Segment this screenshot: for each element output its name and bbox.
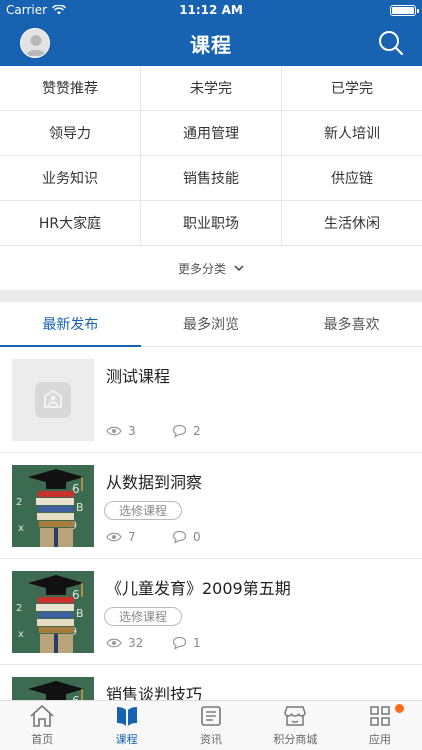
search-icon [379,31,404,56]
tabbar-course-label: 课程 [115,733,138,746]
tabbar-home-label: 首页 [31,733,54,746]
category-recommended[interactable]: 赞赞推荐 [0,66,141,111]
eye-icon [106,532,122,542]
comment-count: 2 [193,424,201,438]
course-item[interactable]: 6 B 9 2 x 《儿童发育》2009第五期 选修课程 [0,559,422,665]
news-icon [201,706,221,726]
svg-text:2: 2 [16,603,22,614]
category-onboarding[interactable]: 新人培训 [282,111,422,156]
view-count: 3 [128,424,136,438]
more-categories-button[interactable]: 更多分类 [0,246,422,290]
comment-icon [172,530,187,544]
course-title: 《儿童发育》2009第五期 [106,579,291,598]
category-grid: 赞赞推荐 未学完 已学完 领导力 通用管理 新人培训 业务知识 销售技能 供应链… [0,66,422,246]
tabbar-news-label: 资讯 [200,733,223,746]
category-career[interactable]: 职业职场 [141,201,282,246]
svg-text:2: 2 [16,497,22,508]
apps-grid-icon [370,706,390,726]
course-book-icon [116,707,137,726]
chevron-down-icon [234,264,244,271]
category-supply-chain[interactable]: 供应链 [282,156,422,201]
sort-tabs: 最新发布 最多浏览 最多喜欢 [0,302,422,347]
home-icon [30,704,54,727]
search-button[interactable] [376,28,406,58]
tabbar-course[interactable]: 课程 [84,701,168,750]
avatar[interactable] [20,28,50,58]
category-leadership[interactable]: 领导力 [0,111,141,156]
comment-count: 1 [193,636,201,650]
course-list: 测试课程 3 2 6 B 9 2 x [0,347,422,700]
notification-badge [395,704,405,713]
tabbar-store-label: 积分商城 [273,733,318,746]
tabbar-store[interactable]: 积分商城 [253,701,337,750]
course-thumbnail: 6 B [12,677,94,700]
category-finished[interactable]: 已学完 [282,66,422,111]
category-sales-skills[interactable]: 销售技能 [141,156,282,201]
course-stats: 32 1 [106,636,238,650]
comment-icon [172,636,187,650]
course-tag: 选修课程 [104,501,183,520]
svg-text:x: x [18,523,24,534]
category-general-management[interactable]: 通用管理 [141,111,282,156]
course-item[interactable]: 6 B 9 2 x 从数据到洞察 选修课程 7 [0,453,422,559]
category-lifestyle[interactable]: 生活休闲 [282,201,422,246]
category-unfinished[interactable]: 未学完 [141,66,282,111]
user-avatar-icon [21,29,49,57]
course-stats: 7 0 [106,530,238,544]
more-categories-label: 更多分类 [177,261,226,276]
category-hr-family[interactable]: HR大家庭 [0,201,141,246]
course-thumbnail-placeholder [12,359,94,441]
tab-latest[interactable]: 最新发布 [0,302,141,347]
graduation-books-image: 6 B 9 2 x [12,571,94,653]
svg-text:x: x [18,629,24,640]
view-count: 32 [128,636,144,650]
graduation-books-image: 6 B [12,677,94,700]
eye-icon [106,638,122,648]
course-stats: 3 2 [106,424,238,438]
comment-count: 0 [193,530,201,544]
tabbar-apps-label: 应用 [368,733,391,746]
course-item[interactable]: 6 B 销售谈判技巧 [0,665,422,700]
page-title: 课程 [190,32,232,57]
course-title: 测试课程 [106,367,171,386]
svg-text:B: B [76,501,84,514]
course-item[interactable]: 测试课程 3 2 [0,347,422,453]
status-bar: Carrier 11:12 AM [0,0,422,20]
store-icon [284,706,307,726]
tabbar-home[interactable]: 首页 [0,701,84,750]
tabbar-news[interactable]: 资讯 [169,701,253,750]
course-title: 从数据到洞察 [106,473,203,492]
bottom-tab-bar: 首页 课程 资讯 积分商城 应用 [0,700,422,750]
wifi-icon [52,5,66,15]
nav-bar: 课程 [0,20,422,66]
image-placeholder-icon [35,382,71,418]
comment-icon [172,424,187,438]
carrier-label: Carrier [6,3,48,17]
tab-most-liked[interactable]: 最多喜欢 [281,302,422,346]
course-thumbnail: 6 B 9 2 x [12,571,94,653]
section-divider [0,290,422,302]
course-tag: 选修课程 [104,607,183,626]
category-business-knowledge[interactable]: 业务知识 [0,156,141,201]
graduation-books-image: 6 B 9 2 x [12,465,94,547]
eye-icon [106,426,122,436]
battery-icon [390,4,419,16]
tab-most-viewed[interactable]: 最多浏览 [141,302,282,346]
view-count: 7 [128,530,136,544]
course-title: 销售谈判技巧 [106,685,203,700]
course-thumbnail: 6 B 9 2 x [12,465,94,547]
tabbar-apps[interactable]: 应用 [338,701,422,750]
svg-text:B: B [76,607,84,620]
